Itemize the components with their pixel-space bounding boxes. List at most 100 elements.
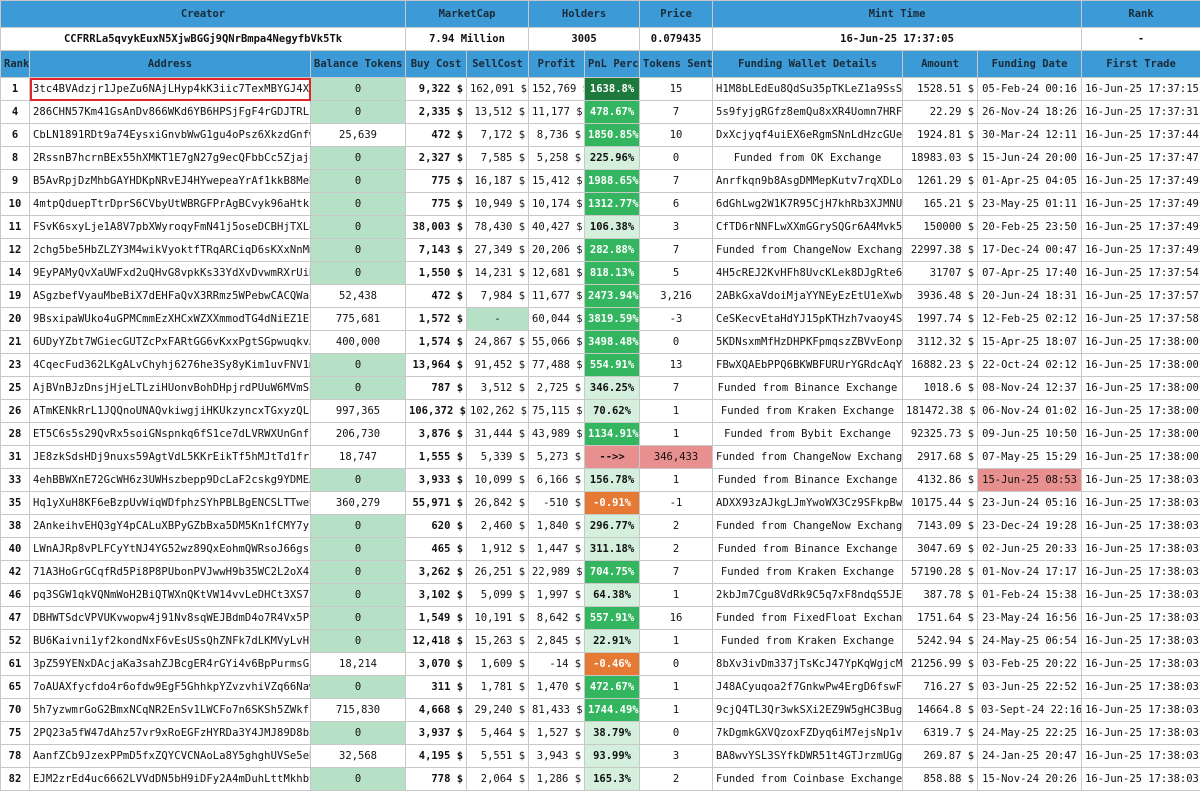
rank-cell: 46 <box>1 584 30 607</box>
first-trade-cell: 16-Jun-25 17:38:00 <box>1082 331 1200 354</box>
rank-cell: 19 <box>1 285 30 308</box>
profit-cell: 1,447 $ <box>529 538 585 561</box>
col-tokens-sent: Tokens Sent <box>640 51 713 78</box>
funding-wallet-cell[interactable]: Funded from ChangeNow Exchange <box>713 239 903 262</box>
creator-address[interactable]: CCFRRLa5qvykEuxN5XjwBGGj9QNrBmpa4NegyfbV… <box>1 28 406 51</box>
table-row: 78AanfZCb9JzexPPmD5fxZQYCVCNAoLa8Y5ghghU… <box>1 745 1200 768</box>
buy-cost-cell: 472 $ <box>406 124 467 147</box>
funding-date-cell: 15-Jun-25 08:53 <box>978 469 1082 492</box>
table-row: 149EyPAMyQvXaUWFxd2uQHvG8vpkKs33YdXvDvwm… <box>1 262 1200 285</box>
funding-wallet-cell[interactable]: 2ABkGxaVdoiMjaYYNEyEzEtU1eXwbx <box>713 285 903 308</box>
balance-cell: 0 <box>311 676 406 699</box>
funding-date-cell: 01-Feb-24 15:38 <box>978 584 1082 607</box>
address-cell[interactable]: LWnAJRp8vPLFCyYtNJ4YG52wz89QxEohmQWRsoJ6… <box>30 538 311 561</box>
first-trade-cell: 16-Jun-25 17:37:49 <box>1082 170 1200 193</box>
pnl-cell: 1988.65% <box>585 170 640 193</box>
amount-cell: 1751.64 $ <box>903 607 978 630</box>
address-cell[interactable]: 286CHN57Km41GsAnDv866WKd6YB6HPSjFgF4rGDJ… <box>30 101 311 124</box>
marketcap-value: 7.94 Million <box>406 28 529 51</box>
buy-cost-cell: 12,418 $ <box>406 630 467 653</box>
rank-cell: 78 <box>1 745 30 768</box>
address-cell[interactable]: 5h7yzwmrGoG2BmxNCqNR2EnSv1LWCFo7n6SKSh5Z… <box>30 699 311 722</box>
funding-wallet-cell[interactable]: CeSKecvEtaHdYJ15pKTHzh7vaoy4SY <box>713 308 903 331</box>
address-cell[interactable]: JE8zkSdsHDj9nuxs59AgtVdL5KKrEikTf5hMJtTd… <box>30 446 311 469</box>
address-cell[interactable]: 4CqecFud362LKgALvChyhj6276he3Sy8yKim1uvF… <box>30 354 311 377</box>
funding-wallet-cell[interactable]: DxXcjyqf4uiEX6eRgmSNnLdHzcGUeC <box>713 124 903 147</box>
funding-wallet-cell[interactable]: ADXX93zAJkgLJmYwoWX3Cz9SFkpBwW <box>713 492 903 515</box>
balance-cell: 18,747 <box>311 446 406 469</box>
funding-wallet-cell[interactable]: Funded from Bybit Exchange <box>713 423 903 446</box>
funding-wallet-cell[interactable]: J48ACyuqoa2f7GnkwPw4ErgD6fswFG <box>713 676 903 699</box>
funding-wallet-cell[interactable]: CfTD6rNNFLwXXmGGrySQGr6A4Mvk5z <box>713 216 903 239</box>
amount-cell: 1528.51 $ <box>903 78 978 101</box>
sell-cost-cell: 1,912 $ <box>467 538 529 561</box>
balance-cell: 32,568 <box>311 745 406 768</box>
funding-date-cell: 15-Jun-24 20:00 <box>978 147 1082 170</box>
balance-cell: 0 <box>311 78 406 101</box>
funding-wallet-cell[interactable]: Anrfkqn9b8AsgDMMepKutv7rqXDLoy <box>713 170 903 193</box>
funding-wallet-cell[interactable]: H1M8bLEdEu8QdSu35pTKLeZ1a9SsSn <box>713 78 903 101</box>
funding-wallet-cell[interactable]: 8bXv3ivDm337jTsKcJ47YpKqWgjcM4 <box>713 653 903 676</box>
sell-cost-cell: 16,187 $ <box>467 170 529 193</box>
amount-cell: 269.87 $ <box>903 745 978 768</box>
funding-wallet-cell[interactable]: Funded from ChangeNow Exchange <box>713 446 903 469</box>
buy-cost-cell: 2,327 $ <box>406 147 467 170</box>
address-cell[interactable]: FSvK6sxyLje1A8V7pbXWyroqyFmN41j5oseDCBHj… <box>30 216 311 239</box>
address-cell[interactable]: 4mtpQduepTtrDprS6CVbyUtWBRGFPrAgBCvyk96a… <box>30 193 311 216</box>
funding-wallet-cell[interactable]: Funded from Kraken Exchange <box>713 400 903 423</box>
address-cell[interactable]: ET5C6s5s29QvRx5soiGNspnkq6fS1ce7dLVRWXUn… <box>30 423 311 446</box>
address-cell[interactable]: Hq1yXuH8KF6eBzpUvWiqWDfphzSYhPBLBgENCSLT… <box>30 492 311 515</box>
funding-wallet-cell[interactable]: BA8wvYSL3SYfkDWR51t4GTJrzmUGg <box>713 745 903 768</box>
funding-wallet-cell[interactable]: Funded from Binance Exchange <box>713 377 903 400</box>
funding-date-cell: 01-Nov-24 17:17 <box>978 561 1082 584</box>
table-row: 334ehBBWXnE72GcWH6z3UWHszbepp9DcLaF2cskg… <box>1 469 1200 492</box>
balance-cell: 0 <box>311 515 406 538</box>
address-cell[interactable]: 9BsxipaWUko4uGPMCmmEzXHCxWZXXmmodTG4dNiE… <box>30 308 311 331</box>
buy-cost-cell: 38,003 $ <box>406 216 467 239</box>
funding-wallet-cell[interactable]: 5s9fyjgRGfz8emQu8xXR4Uomn7HRFH <box>713 101 903 124</box>
funding-wallet-cell[interactable]: 5KDNsxmMfHzDHPKFpmqszZBVvEonp <box>713 331 903 354</box>
funding-wallet-cell[interactable]: Funded from FixedFloat Exchang <box>713 607 903 630</box>
address-cell[interactable]: BU6Kaivni1yf2kondNxF6vEsUSsQhZNFk7dLKMVy… <box>30 630 311 653</box>
rank-cell: 12 <box>1 239 30 262</box>
address-cell[interactable]: B5AvRpjDzMhbGAYHDKpNRvEJ4HYwepeaYrAf1kkB… <box>30 170 311 193</box>
address-cell[interactable]: AjBVnBJzDnsjHjeLTLziHUonvBohDHpjrdPUuW6M… <box>30 377 311 400</box>
funding-wallet-cell[interactable]: 9cjQ4TL3Qr3wkSXi2EZ9W5gHC3Bugj <box>713 699 903 722</box>
address-cell[interactable]: ATmKENkRrL1JQQnoUNAQvkiwgjiHKUkzyncxTGxy… <box>30 400 311 423</box>
funding-wallet-cell[interactable]: Funded from ChangeNow Exchange <box>713 515 903 538</box>
address-cell[interactable]: 2chg5be5HbZLZY3M4wikVyoktfTRqARCiqD6sKXx… <box>30 239 311 262</box>
amount-cell: 10175.44 $ <box>903 492 978 515</box>
sell-cost-cell: 27,349 $ <box>467 239 529 262</box>
funding-wallet-cell[interactable]: Funded from Binance Exchange <box>713 538 903 561</box>
address-cell[interactable]: 4ehBBWXnE72GcWH6z3UWHszbepp9DcLaF2cskg9Y… <box>30 469 311 492</box>
funding-wallet-cell[interactable]: Funded from Kraken Exchange <box>713 630 903 653</box>
address-cell[interactable]: 3pZ59YENxDAcjaKa3sahZJBcgER4rGYi4v6BpPur… <box>30 653 311 676</box>
address-cell[interactable]: AanfZCb9JzexPPmD5fxZQYCVCNAoLa8Y5ghghUVS… <box>30 745 311 768</box>
amount-cell: 150000 $ <box>903 216 978 239</box>
funding-wallet-cell[interactable]: Funded from OK Exchange <box>713 147 903 170</box>
address-cell[interactable]: 9EyPAMyQvXaUWFxd2uQHvG8vpkKs33YdXvDvwmRX… <box>30 262 311 285</box>
address-cell[interactable]: ASgzbefVyauMbeBiX7dEHFaQvX3RRmz5WPebwCAC… <box>30 285 311 308</box>
address-cell[interactable]: CbLN1891RDt9a74EysxiGnvbWwG1gu4oPsz6Xkzd… <box>30 124 311 147</box>
funding-wallet-cell[interactable]: 4H5cREJ2KvHFh8UvcKLek8DJgRte6k <box>713 262 903 285</box>
balance-cell: 0 <box>311 147 406 170</box>
address-cell[interactable]: DBHWTSdcVPVUKvwopw4j91Nv8sqWEJBdmD4o7R4V… <box>30 607 311 630</box>
address-cell[interactable]: EJM2zrEd4uc6662LVVdDN5bH9iDFy2A4mDuhLttM… <box>30 768 311 791</box>
rank-cell: 70 <box>1 699 30 722</box>
address-cell[interactable]: 3tc4BVAdzjr1JpeZu6NAjLHyp4kK3iic7TexMBYG… <box>30 78 311 101</box>
funding-wallet-cell[interactable]: Funded from Binance Exchange <box>713 469 903 492</box>
funding-wallet-cell[interactable]: 2kbJm7Cgu8VdRk9C5q7xF8ndqS5JEy <box>713 584 903 607</box>
funding-wallet-cell[interactable]: Funded from Coinbase Exchange <box>713 768 903 791</box>
address-cell[interactable]: 71A3HoGrGCqfRd5Pi8P8PUbonPVJwwH9b35WC2L2… <box>30 561 311 584</box>
funding-wallet-cell[interactable]: 6dGhLwg2W1K7R95CjH7khRb3XJMNU6 <box>713 193 903 216</box>
address-cell[interactable]: 6UDyYZbt7WGiecGUTZcPxFARtGG6vKxxPgtSGpwu… <box>30 331 311 354</box>
funding-wallet-cell[interactable]: FBwXQAEbPPQ6BKWBFURUrYGRdcAqYT <box>713 354 903 377</box>
address-cell[interactable]: 2RssnB7hcrnBEx55hXMKT1E7gN27g9ecQFbbCc5Z… <box>30 147 311 170</box>
address-cell[interactable]: pq3SGW1qkVQNmWoH2BiQTWXnQKtVW14vvLeDHCt3… <box>30 584 311 607</box>
funding-wallet-cell[interactable]: Funded from Kraken Exchange <box>713 561 903 584</box>
tokens-sent-cell: 6 <box>640 193 713 216</box>
address-cell[interactable]: 7oAUAXfycfdo4r6ofdw9EgF5GhhkpYZvzvhiVZq6… <box>30 676 311 699</box>
funding-wallet-cell[interactable]: 7kDgmkGXVQzoxFZDyq6iM7ejsNp1vt <box>713 722 903 745</box>
address-cell[interactable]: 2AnkeihvEHQ3gY4pCALuXBPyGZbBxa5DM5Kn1fCM… <box>30 515 311 538</box>
address-cell[interactable]: 2PQ23a5fW47dAhz57vr9xRoEGFzHYRDa3Y4JMJ89… <box>30 722 311 745</box>
